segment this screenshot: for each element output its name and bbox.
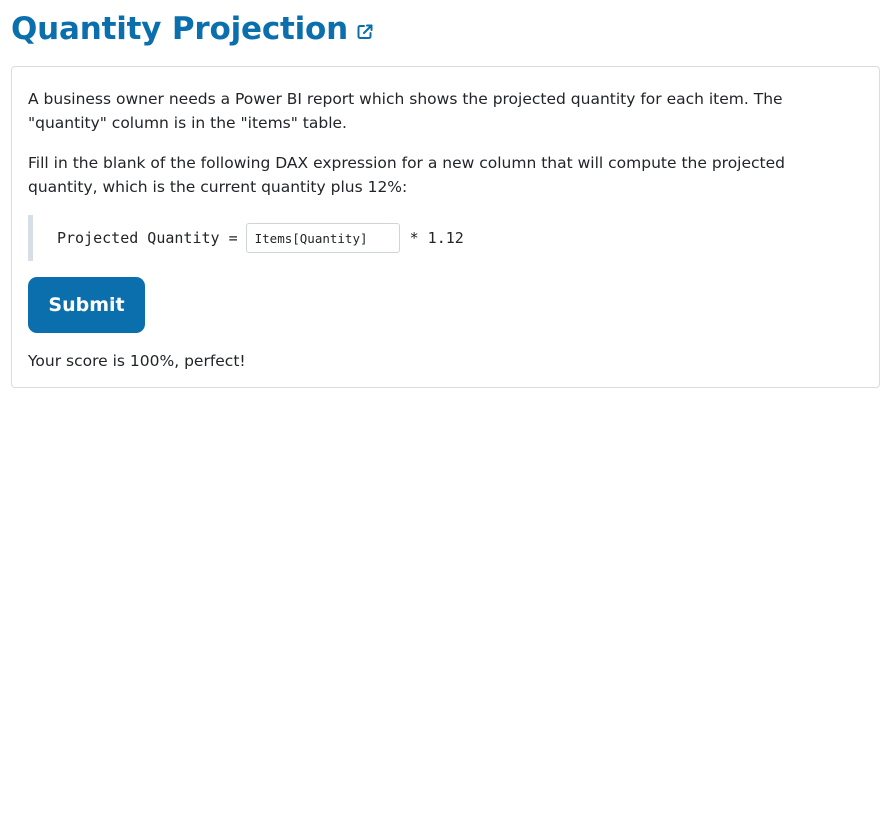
score-message: Your score is 100%, perfect! — [28, 352, 246, 370]
question-instruction: Fill in the blank of the following DAX e… — [28, 154, 785, 196]
code-expression: Projected Quantity = * 1.12 — [28, 215, 863, 261]
question-description: A business owner needs a Power BI report… — [28, 90, 783, 132]
answer-input[interactable] — [245, 223, 400, 253]
external-link-icon[interactable] — [356, 23, 374, 41]
code-prefix: Projected Quantity = — [57, 229, 238, 247]
page-title: Quantity Projection — [11, 11, 349, 47]
page-header: Quantity Projection — [11, 8, 374, 50]
code-suffix: * 1.12 — [409, 229, 464, 247]
submit-button[interactable]: Submit — [28, 277, 145, 333]
question-card: A business owner needs a Power BI report… — [11, 66, 880, 388]
